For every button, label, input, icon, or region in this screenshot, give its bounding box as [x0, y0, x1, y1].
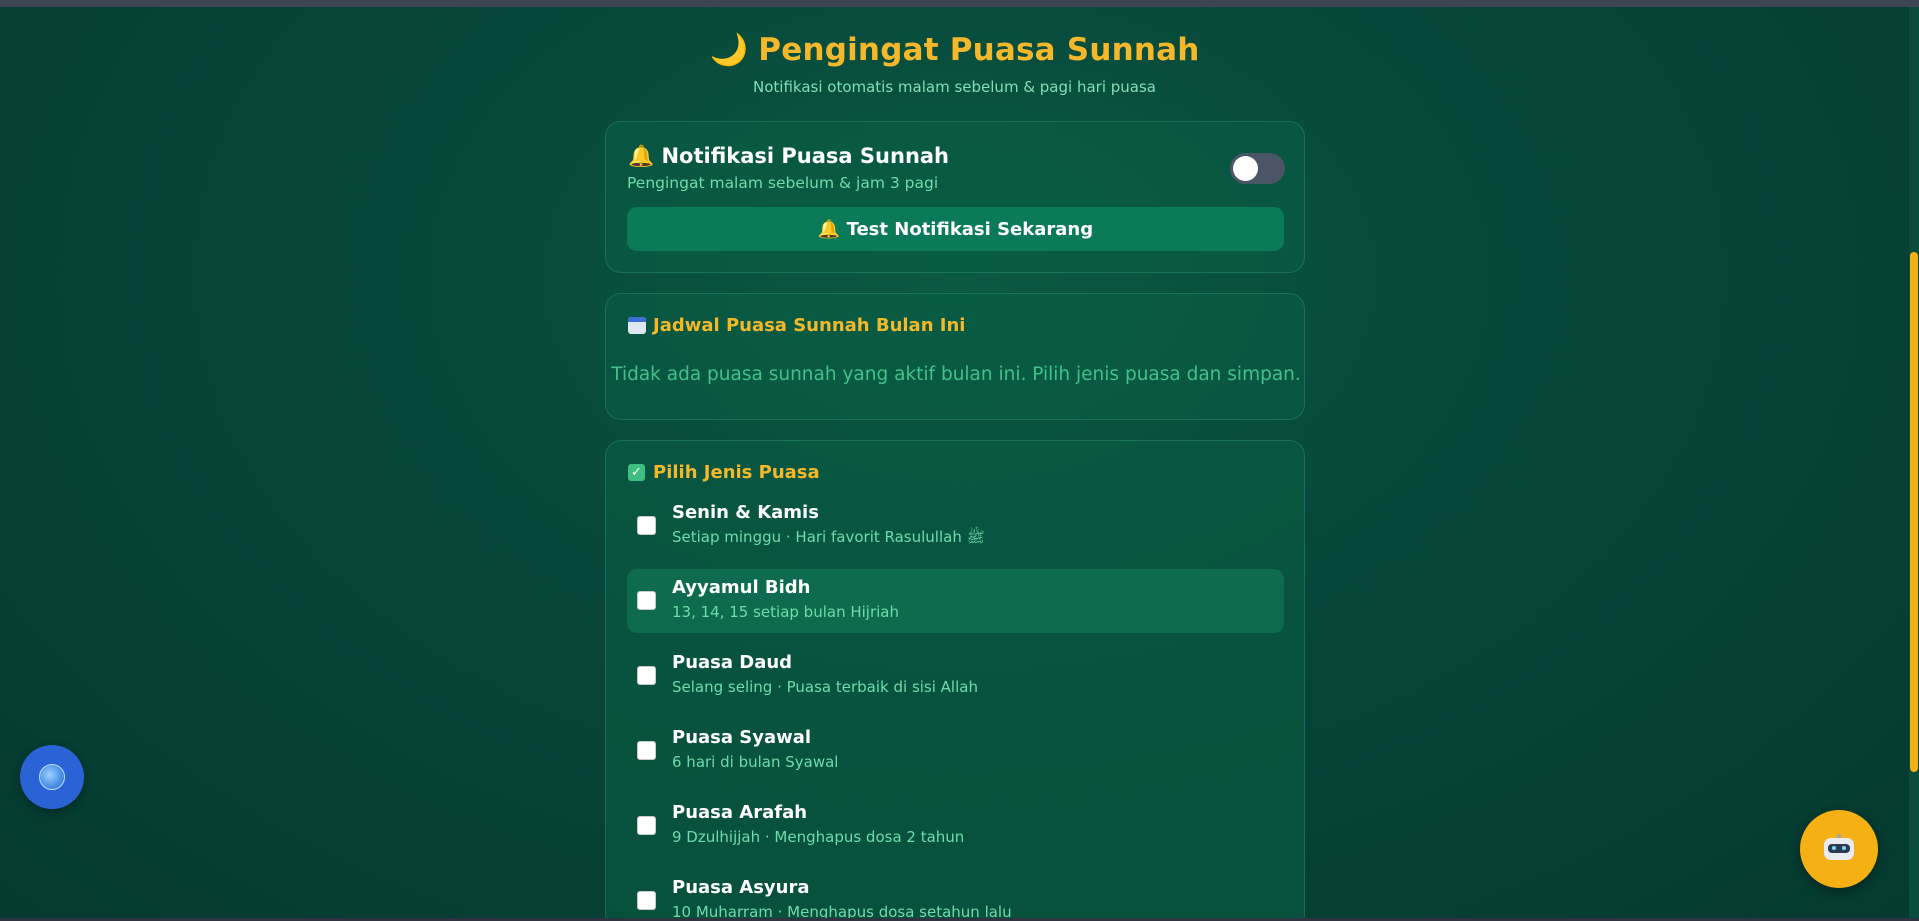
schedule-card: Jadwal Puasa Sunnah Bulan Ini Tidak ada …: [605, 293, 1305, 420]
page-title: 🌙 Pengingat Puasa Sunnah: [0, 30, 1909, 70]
option-description: 9 Dzulhijjah · Menghapus dosa 2 tahun: [672, 828, 965, 846]
page-header: 🌙 Pengingat Puasa Sunnah Notifikasi otoma…: [0, 30, 1909, 96]
fasting-options-card: ✓ Pilih Jenis Puasa Senin & Kamis Setiap…: [605, 440, 1305, 921]
scrollbar-thumb[interactable]: [1910, 252, 1918, 772]
browser-top-strip: [0, 0, 1919, 7]
notification-toggle[interactable]: [1230, 153, 1285, 184]
page-title-text: Pengingat Puasa Sunnah: [758, 32, 1200, 68]
option-name: Senin & Kamis: [672, 502, 819, 523]
options-title-text: Pilih Jenis Puasa: [653, 462, 820, 483]
option-checkbox[interactable]: [637, 516, 656, 535]
notification-card: 🔔 Notifikasi Puasa Sunnah Pengingat mala…: [605, 121, 1305, 273]
option-puasa-asyura[interactable]: Puasa Asyura 10 Muharram · Menghapus dos…: [627, 869, 1284, 921]
checkmark-icon: ✓: [628, 464, 645, 481]
moon-icon: 🌙: [709, 32, 749, 68]
schedule-title-text: Jadwal Puasa Sunnah Bulan Ini: [653, 315, 966, 336]
option-name: Puasa Syawal: [672, 727, 812, 748]
option-puasa-daud[interactable]: Puasa Daud Selang seling · Puasa terbaik…: [627, 644, 1284, 708]
test-notification-button[interactable]: 🔔 Test Notifikasi Sekarang: [627, 207, 1284, 251]
calendar-icon: [628, 317, 646, 334]
option-description: Setiap minggu · Hari favorit Rasulullah …: [672, 528, 985, 546]
option-checkbox[interactable]: [637, 666, 656, 685]
globe-icon: [39, 764, 65, 790]
bell-icon: 🔔: [628, 144, 655, 168]
options-title: ✓ Pilih Jenis Puasa: [628, 462, 820, 483]
option-checkbox[interactable]: [637, 741, 656, 760]
option-checkbox[interactable]: [637, 891, 656, 910]
option-name: Puasa Asyura: [672, 877, 810, 898]
robot-icon: [1822, 834, 1856, 864]
toggle-knob: [1233, 156, 1258, 181]
option-puasa-syawal[interactable]: Puasa Syawal 6 hari di bulan Syawal: [627, 719, 1284, 783]
schedule-empty-message: Tidak ada puasa sunnah yang aktif bulan …: [611, 364, 1301, 385]
schedule-title: Jadwal Puasa Sunnah Bulan Ini: [628, 315, 965, 336]
option-puasa-arafah[interactable]: Puasa Arafah 9 Dzulhijjah · Menghapus do…: [627, 794, 1284, 858]
page-subtitle: Notifikasi otomatis malam sebelum & pagi…: [753, 78, 1156, 96]
option-senin-kamis[interactable]: Senin & Kamis Setiap minggu · Hari favor…: [627, 494, 1284, 558]
option-description: 6 hari di bulan Syawal: [672, 753, 839, 771]
option-checkbox[interactable]: [637, 591, 656, 610]
notification-subtitle: Pengingat malam sebelum & jam 3 pagi: [627, 174, 939, 192]
option-checkbox[interactable]: [637, 816, 656, 835]
floating-globe-button[interactable]: [20, 745, 84, 809]
option-name: Puasa Arafah: [672, 802, 808, 823]
option-description: 13, 14, 15 setiap bulan Hijriah: [672, 603, 899, 621]
option-name: Puasa Daud: [672, 652, 793, 673]
option-ayyamul-bidh[interactable]: Ayyamul Bidh 13, 14, 15 setiap bulan Hij…: [627, 569, 1284, 633]
notification-title-text: Notifikasi Puasa Sunnah: [661, 144, 950, 168]
notification-title: 🔔 Notifikasi Puasa Sunnah: [628, 144, 949, 169]
option-name: Ayyamul Bidh: [672, 577, 811, 598]
option-description: Selang seling · Puasa terbaik di sisi Al…: [672, 678, 978, 696]
floating-chatbot-button[interactable]: [1800, 810, 1878, 888]
